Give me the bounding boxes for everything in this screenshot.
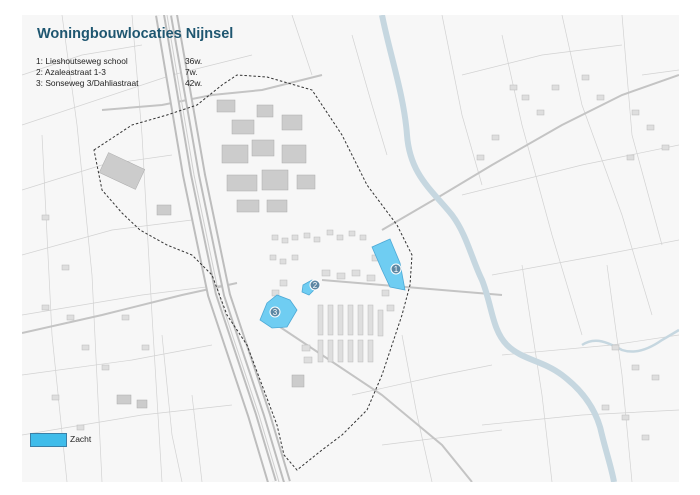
- location-number: 3:: [36, 78, 43, 88]
- marker-1-label: 1: [394, 265, 399, 274]
- location-name: Sonseweg 3/Dahliastraat: [45, 78, 139, 88]
- location-count: 7w.: [185, 67, 198, 77]
- legend-label: Zacht: [70, 434, 92, 444]
- marker-1[interactable]: 1: [390, 263, 402, 275]
- location-row-3: 3: Sonseweg 3/Dahliastraat 42w.: [36, 78, 236, 89]
- location-list: 1: Lieshoutseweg school 36w. 2: Azaleast…: [36, 56, 236, 89]
- marker-3[interactable]: 3: [269, 306, 281, 318]
- location-name: Lieshoutseweg school: [45, 56, 128, 66]
- location-row-2: 2: Azaleastraat 1-3 7w.: [36, 67, 236, 78]
- marker-3-label: 3: [273, 308, 278, 317]
- location-row-1: 1: Lieshoutseweg school 36w.: [36, 56, 236, 67]
- marker-2-label: 2: [313, 281, 318, 290]
- location-number: 1:: [36, 56, 43, 66]
- map-title: Woningbouwlocaties Nijnsel: [37, 26, 234, 42]
- location-number: 2:: [36, 67, 43, 77]
- map-frame: 1 2 3 Woningbouwlocaties Nijnsel 1: Lies…: [22, 15, 679, 482]
- location-count: 42w.: [185, 78, 203, 88]
- location-count: 36w.: [185, 56, 203, 66]
- marker-2[interactable]: 2: [309, 279, 321, 291]
- location-name: Azaleastraat 1-3: [44, 67, 106, 77]
- legend-swatch: [30, 433, 67, 447]
